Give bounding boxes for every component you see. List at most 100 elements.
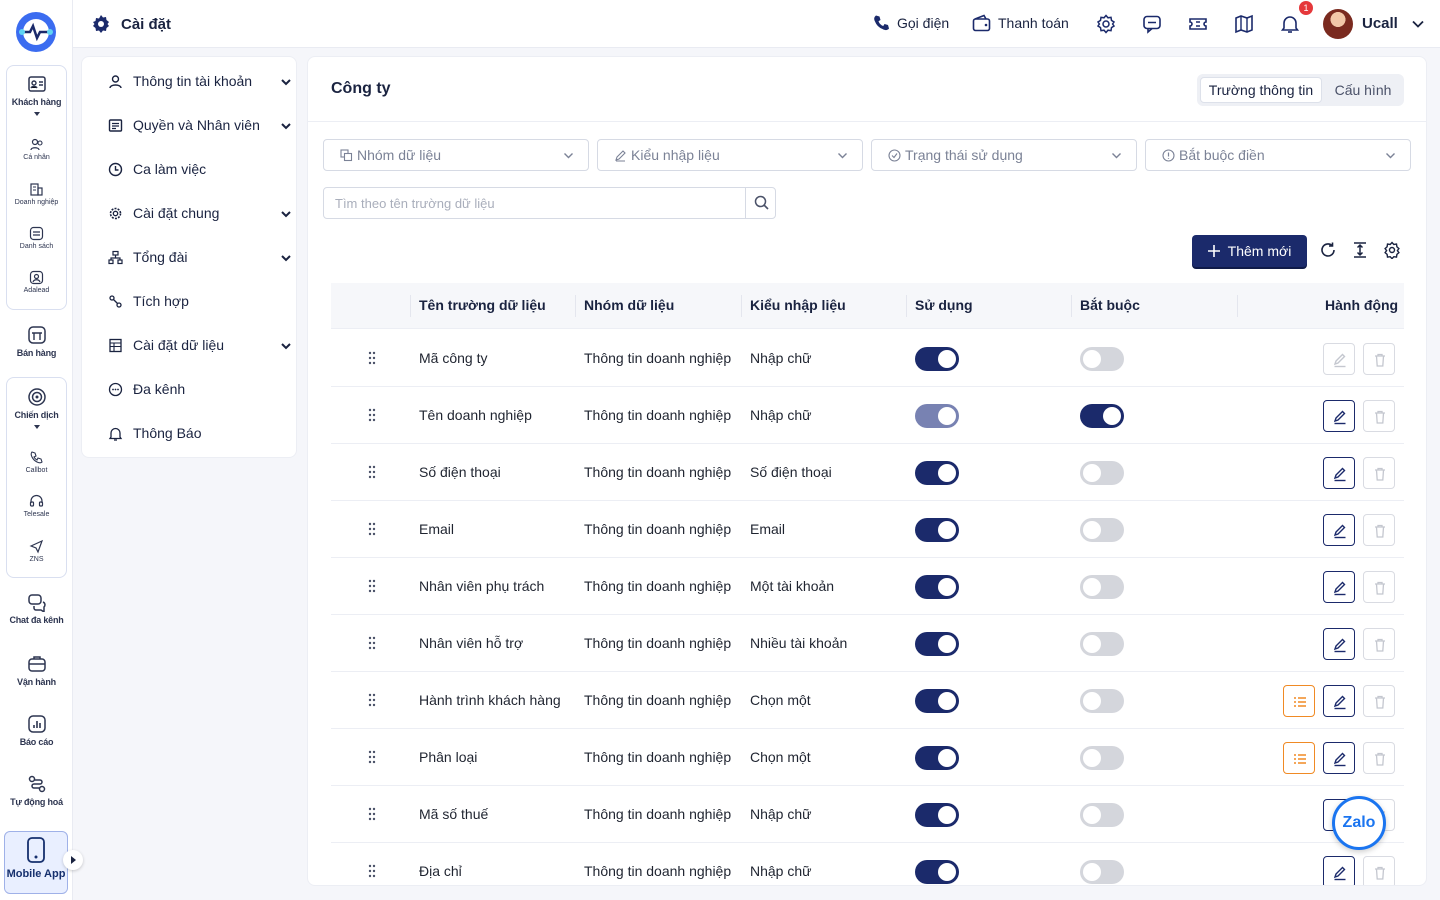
rail-item-reports[interactable]: Báo cáo (0, 714, 73, 747)
required-toggle[interactable] (1080, 404, 1124, 428)
rail-item-omnichat[interactable]: Chat đa kênh (0, 592, 73, 625)
trash-icon (1364, 751, 1394, 767)
payment-button[interactable]: Thanh toán (972, 14, 1069, 32)
rail-item-personal[interactable]: Cá nhân (0, 137, 73, 161)
required-toggle[interactable] (1080, 461, 1124, 485)
edit-button[interactable] (1323, 742, 1355, 774)
required-toggle[interactable] (1080, 689, 1124, 713)
mobile-app-button[interactable]: Mobile App (4, 831, 68, 894)
edit-button[interactable] (1323, 856, 1355, 885)
settings-icon[interactable] (1096, 14, 1116, 34)
menu-item-omnichannel[interactable]: Đa kênh (108, 381, 278, 397)
drag-handle-icon[interactable] (368, 465, 376, 479)
delete-button[interactable] (1363, 742, 1395, 774)
drag-handle-icon[interactable] (368, 864, 376, 878)
delete-button[interactable] (1363, 514, 1395, 546)
expand-rail-button[interactable] (63, 850, 83, 870)
rail-item-sales[interactable]: Bán hàng (0, 325, 73, 358)
ticket-icon[interactable] (1188, 14, 1208, 34)
delete-button[interactable] (1363, 628, 1395, 660)
used-toggle[interactable] (915, 746, 959, 770)
edit-button[interactable] (1323, 514, 1355, 546)
menu-item-integrations[interactable]: Tích hợp (108, 293, 278, 309)
required-toggle[interactable] (1080, 518, 1124, 542)
search-button[interactable] (745, 188, 776, 218)
table-settings-icon[interactable] (1383, 241, 1401, 259)
column-height-icon[interactable] (1351, 241, 1369, 259)
required-toggle[interactable] (1080, 803, 1124, 827)
zalo-chat-button[interactable]: Zalo (1332, 796, 1386, 850)
refresh-icon[interactable] (1319, 241, 1337, 259)
ucall-logo[interactable] (14, 10, 58, 54)
required-toggle[interactable] (1080, 632, 1124, 656)
menu-item-general-settings[interactable]: Cài đặt chung (108, 205, 291, 221)
drag-handle-icon[interactable] (368, 636, 376, 650)
filter-input-type[interactable]: Kiểu nhập liệu (597, 139, 863, 171)
rail-item-automation[interactable]: Tự động hoá (0, 774, 73, 807)
call-button[interactable]: Gọi điện (873, 14, 949, 32)
avatar[interactable] (1323, 9, 1353, 39)
delete-button[interactable] (1363, 685, 1395, 717)
menu-item-account-info[interactable]: Thông tin tài khoản (108, 73, 291, 89)
search-input[interactable] (324, 188, 744, 218)
delete-button[interactable] (1363, 856, 1395, 885)
menu-item-switchboard[interactable]: Tổng đài (108, 249, 291, 265)
edit-button[interactable] (1323, 628, 1355, 660)
menu-item-shifts[interactable]: Ca làm việc (108, 161, 278, 177)
used-toggle[interactable] (915, 860, 959, 884)
menu-item-notifications[interactable]: Thông Báo (108, 425, 278, 441)
drag-handle-icon[interactable] (368, 579, 376, 593)
required-toggle[interactable] (1080, 347, 1124, 371)
used-toggle[interactable] (915, 803, 959, 827)
filter-data-group[interactable]: Nhóm dữ liệu (323, 139, 589, 171)
delete-button[interactable] (1363, 400, 1395, 432)
options-button[interactable] (1283, 685, 1315, 717)
drag-handle-icon[interactable] (368, 351, 376, 365)
used-toggle[interactable] (915, 575, 959, 599)
rail-item-customers[interactable]: Khách hàng (0, 74, 73, 118)
options-button[interactable] (1283, 742, 1315, 774)
drag-handle-icon[interactable] (368, 408, 376, 422)
edit-button[interactable] (1323, 685, 1355, 717)
filter-usage-status[interactable]: Trạng thái sử dụng (871, 139, 1137, 171)
used-toggle[interactable] (915, 518, 959, 542)
menu-item-permissions[interactable]: Quyền và Nhân viên (108, 117, 291, 133)
used-toggle[interactable] (915, 404, 959, 428)
tab-config[interactable]: Cấu hình (1324, 77, 1402, 103)
used-toggle[interactable] (915, 461, 959, 485)
tab-fields[interactable]: Trường thông tin (1200, 77, 1322, 103)
required-toggle[interactable] (1080, 575, 1124, 599)
rail-item-callbot[interactable]: Callbot (0, 450, 73, 474)
delete-button[interactable] (1363, 457, 1395, 489)
edit-button[interactable] (1323, 343, 1355, 375)
rail-item-campaigns[interactable]: Chiến dịch (0, 387, 73, 431)
guide-book-icon[interactable] (1234, 14, 1254, 34)
edit-button[interactable] (1323, 400, 1355, 432)
menu-item-data-settings[interactable]: Cài đặt dữ liệu (108, 337, 291, 353)
used-toggle[interactable] (915, 347, 959, 371)
drag-handle-icon[interactable] (368, 522, 376, 536)
bell-icon[interactable] (1280, 14, 1300, 34)
rail-item-operations[interactable]: Vận hành (0, 654, 73, 687)
message-icon[interactable] (1142, 14, 1162, 34)
used-toggle[interactable] (915, 632, 959, 656)
required-toggle[interactable] (1080, 746, 1124, 770)
filter-required[interactable]: Bắt buộc điền (1145, 139, 1411, 171)
edit-button[interactable] (1323, 457, 1355, 489)
required-toggle[interactable] (1080, 860, 1124, 884)
drag-handle-icon[interactable] (368, 807, 376, 821)
rail-item-telesale[interactable]: Telesale (0, 494, 73, 518)
delete-button[interactable] (1363, 343, 1395, 375)
used-toggle[interactable] (915, 689, 959, 713)
add-field-button[interactable]: Thêm mới (1192, 235, 1307, 267)
drag-handle-icon[interactable] (368, 750, 376, 764)
rail-item-zns[interactable]: ZNS (0, 539, 73, 563)
rail-item-lists[interactable]: Danh sách (0, 226, 73, 250)
rail-item-business[interactable]: Doanh nghiệp (0, 182, 73, 206)
rail-item-adalead[interactable]: Adalead (0, 270, 73, 294)
delete-button[interactable] (1363, 571, 1395, 603)
drag-handle-icon[interactable] (368, 693, 376, 707)
user-name[interactable]: Ucall (1362, 15, 1398, 32)
edit-button[interactable] (1323, 571, 1355, 603)
chevron-down-icon[interactable] (1411, 17, 1425, 31)
